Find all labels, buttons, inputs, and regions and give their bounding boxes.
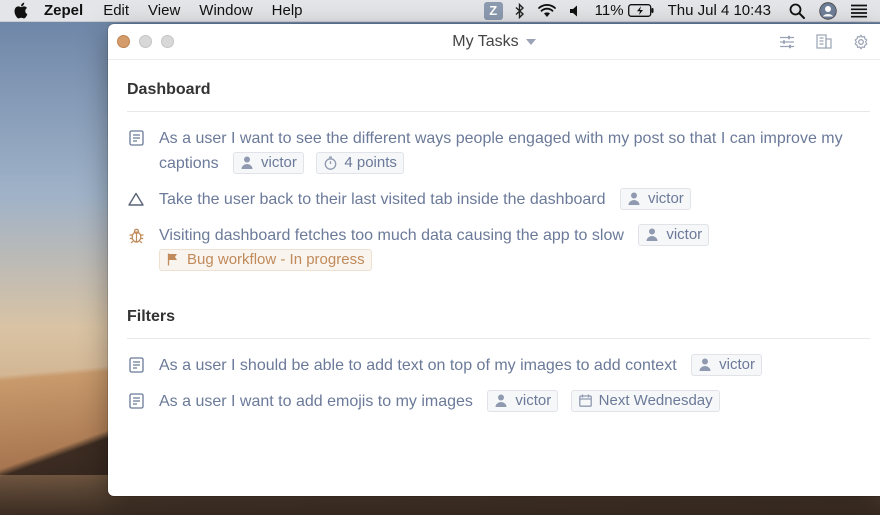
section-filters: Filters As a user I should be able to ad… [127, 284, 870, 414]
story-icon [127, 392, 145, 410]
traffic-lights [117, 35, 183, 48]
section-title: Filters [127, 284, 870, 339]
menu-view[interactable]: View [148, 0, 180, 22]
menu-list-icon[interactable] [850, 4, 868, 18]
task-list-content: Dashboard As a user I want to see the di… [108, 60, 880, 414]
workflow-status-label: Bug workflow - In progress [187, 250, 365, 268]
user-icon [699, 358, 712, 372]
story-icon [127, 129, 145, 147]
due-date-tag[interactable]: Next Wednesday [570, 389, 720, 412]
menu-window[interactable]: Window [199, 0, 252, 22]
story-icon [127, 356, 145, 374]
menu-app-name[interactable]: Zepel [44, 0, 83, 22]
bluetooth-icon[interactable] [515, 2, 525, 19]
search-icon[interactable] [789, 3, 805, 19]
battery-charging-icon[interactable] [627, 4, 654, 17]
task-item[interactable]: As a user I should be able to add text o… [127, 353, 870, 378]
user-icon [495, 394, 508, 408]
building-icon[interactable] [815, 33, 833, 51]
zepel-tray-icon[interactable]: Z [483, 1, 503, 20]
task-title[interactable]: Take the user back to their last visited… [159, 191, 605, 208]
sliders-icon[interactable] [778, 33, 796, 51]
window-close-button[interactable] [117, 35, 130, 48]
chevron-down-icon [525, 39, 536, 45]
stopwatch-icon [324, 156, 337, 170]
calendar-icon [578, 394, 592, 408]
battery-percent: 11% [594, 2, 624, 19]
assignee-name: victor [515, 391, 552, 409]
assignee-tag[interactable]: victor [638, 223, 710, 246]
assignee-name: victor [666, 225, 703, 243]
user-account-icon[interactable] [819, 1, 837, 20]
task-item[interactable]: Take the user back to their last visited… [127, 187, 870, 212]
bug-icon [127, 226, 145, 244]
volume-icon[interactable] [569, 4, 583, 18]
wifi-icon[interactable] [537, 3, 557, 18]
view-switcher-dropdown[interactable]: My Tasks [452, 33, 536, 51]
menu-help[interactable]: Help [272, 0, 303, 22]
apple-icon[interactable] [13, 2, 29, 20]
workflow-status-tag[interactable]: Bug workflow - In progress [159, 248, 372, 271]
gear-icon[interactable] [852, 33, 870, 51]
section-dashboard: Dashboard As a user I want to see the di… [127, 60, 870, 273]
window-minimize-button[interactable] [139, 35, 152, 48]
task-item[interactable]: Visiting dashboard fetches too much data… [127, 223, 870, 273]
assignee-tag[interactable]: victor [619, 187, 691, 210]
task-title[interactable]: As a user I should be able to add text o… [159, 357, 677, 374]
user-icon [646, 228, 659, 242]
app-window: My Tasks Dashboard As a user I want to s… [108, 24, 880, 496]
task-item[interactable]: As a user I want to add emojis to my ima… [127, 389, 870, 414]
assignee-tag[interactable]: victor [487, 389, 559, 412]
section-title: Dashboard [127, 60, 870, 112]
points-value: 4 points [344, 153, 397, 171]
macos-menu-bar: Zepel Edit View Window Help Z 11% Thu Ju… [0, 0, 880, 22]
window-title: My Tasks [452, 33, 519, 50]
flag-icon [167, 253, 180, 266]
assignee-tag[interactable]: victor [233, 151, 304, 174]
window-titlebar[interactable]: My Tasks [108, 24, 880, 60]
task-title[interactable]: As a user I want to add emojis to my ima… [159, 393, 473, 410]
user-icon [628, 192, 641, 206]
menubar-clock[interactable]: Thu Jul 4 10:43 [668, 2, 771, 19]
task-title[interactable]: Visiting dashboard fetches too much data… [159, 227, 624, 244]
window-zoom-button[interactable] [161, 35, 174, 48]
points-tag[interactable]: 4 points [316, 151, 404, 174]
due-date-label: Next Wednesday [598, 391, 713, 409]
improvement-triangle-icon [127, 190, 145, 208]
user-icon [241, 156, 254, 170]
task-item[interactable]: As a user I want to see the different wa… [127, 126, 870, 176]
assignee-name: victor [261, 153, 297, 171]
menu-edit[interactable]: Edit [103, 0, 129, 22]
assignee-name: victor [719, 355, 755, 373]
assignee-tag[interactable]: victor [691, 353, 762, 376]
assignee-name: victor [647, 189, 684, 207]
